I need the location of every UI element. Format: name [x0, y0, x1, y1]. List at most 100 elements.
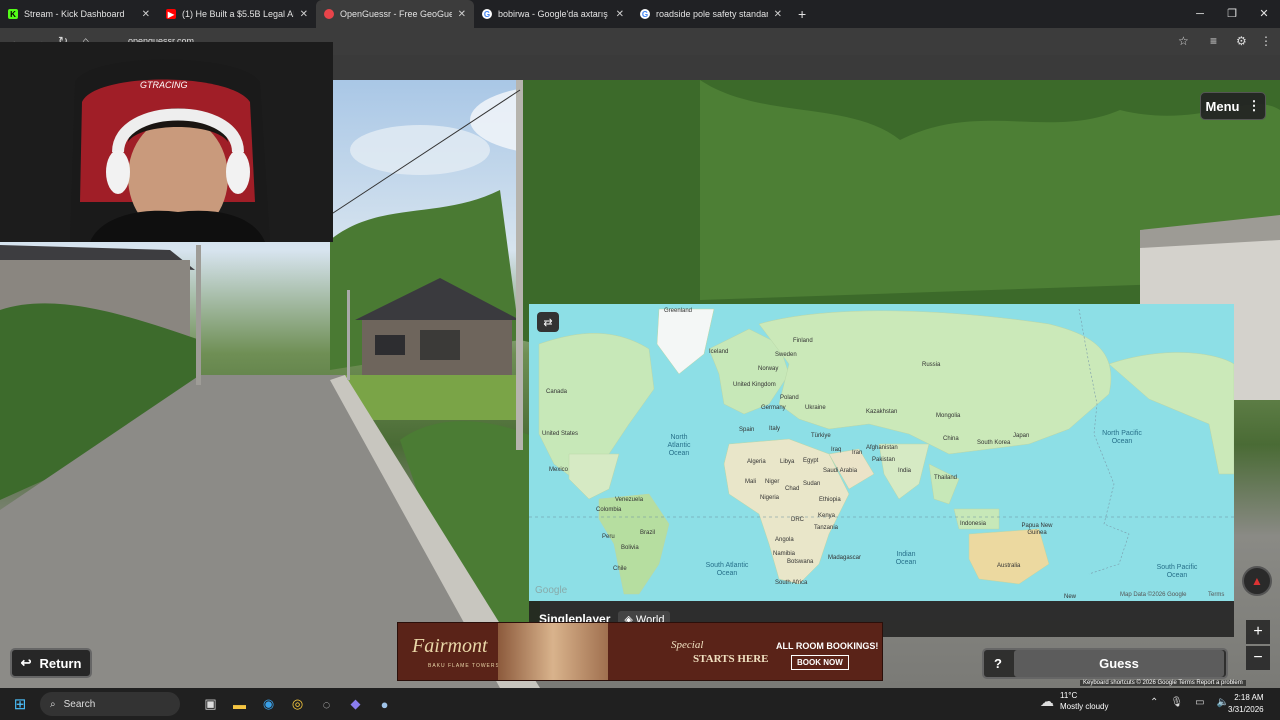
obs-icon[interactable]: ◌ [312, 688, 341, 720]
ocean-label: North Pacific Ocean [1102, 430, 1142, 445]
help-button[interactable]: ? [984, 650, 1012, 677]
map-label: Papua New Guinea [1021, 523, 1053, 536]
ad-photo [498, 623, 608, 680]
guess-button[interactable]: Guess [1014, 650, 1224, 677]
map-label: Chile [613, 566, 627, 572]
map-label: Türkiye [811, 433, 831, 439]
microphone-icon[interactable]: 🎙 [1170, 697, 1183, 708]
close-icon[interactable]: ✕ [774, 9, 782, 20]
zoom-in-button[interactable]: + [1246, 620, 1270, 644]
weather-widget[interactable]: ☁ 11°C Mostly cloudy [1040, 690, 1108, 712]
map-label: Pakistan [872, 457, 896, 463]
zoom-out-button[interactable]: − [1246, 646, 1270, 670]
map-label: Afghanistan [866, 445, 898, 451]
return-button[interactable]: ↩ Return [10, 648, 92, 678]
map-label: Norway [758, 366, 779, 372]
weather-condition: Mostly cloudy [1060, 702, 1109, 711]
google-logo: Google [535, 585, 568, 596]
map-label: Greenland [664, 308, 693, 314]
map-label: Iceland [709, 349, 729, 355]
tab-google-search-poles[interactable]: G roadside pole safety standards ✕ [632, 0, 790, 28]
chrome-icon[interactable]: ◎ [283, 688, 312, 720]
search-icon: ⌕ [50, 698, 56, 710]
more-options-icon[interactable]: ⋮ [1260, 34, 1272, 48]
map-label: Brazil [640, 530, 656, 536]
taskbar-search[interactable]: ⌕ Search [40, 692, 180, 716]
map-label: Spain [739, 427, 755, 433]
map-label: Germany [761, 405, 786, 411]
map-label: Libya [780, 459, 795, 465]
map-label: Saudi Arabia [823, 468, 858, 474]
close-window-icon[interactable]: ✕ [1248, 0, 1280, 28]
chair-brand-text: GTRACING [140, 80, 188, 90]
extensions-icon[interactable]: ⚙ [1236, 34, 1247, 48]
taskbar-clock[interactable]: 2:18 AM 3/31/2026 [1228, 692, 1264, 716]
cloud-moon-icon: ☁ [1040, 692, 1054, 709]
map-label: Niger [765, 479, 780, 485]
more-vertical-icon: ⋮ [1247, 98, 1261, 113]
edge-icon[interactable]: ◉ [254, 688, 283, 720]
chevron-up-icon[interactable]: ⌃ [1150, 697, 1158, 708]
map-label: United States [542, 431, 579, 437]
map-label: Tanzania [814, 525, 839, 531]
map-label: Finland [793, 338, 813, 344]
map-label: Egypt [803, 458, 819, 464]
compass-icon[interactable]: ▲ [1242, 566, 1272, 596]
close-icon[interactable]: ✕ [300, 9, 308, 20]
ad-banner[interactable]: Fairmont BAKU FLAME TOWERS Special START… [397, 622, 883, 681]
map-label: Russia [922, 362, 941, 368]
tab-youtube-video[interactable]: ▶ (1) He Built a $5.5B Legal AI Co ✕ [158, 0, 316, 28]
map-label: Ethiopia [819, 497, 841, 503]
bookmark-star-icon[interactable]: ☆ [1178, 34, 1189, 48]
map-label: Mongolia [936, 413, 961, 419]
close-icon[interactable]: ✕ [616, 9, 624, 20]
guess-map[interactable]: Greenland Iceland Finland Sweden Norway … [529, 304, 1234, 601]
steam-icon[interactable]: ● [370, 688, 399, 720]
map-terms-link[interactable]: Terms [1208, 592, 1224, 598]
menu-button[interactable]: Menu ⋮ [1200, 92, 1266, 120]
map-label: United Kingdom [733, 382, 776, 388]
ocean-label: North Atlantic Ocean [667, 434, 691, 457]
clock-date: 3/31/2026 [1228, 705, 1264, 714]
restore-icon[interactable]: ❐ [1216, 0, 1248, 28]
search-label: Search [63, 698, 96, 710]
map-label: Venezuela [615, 497, 644, 503]
map-label: Kazakhstan [866, 409, 898, 415]
tab-google-search-bobirwa[interactable]: G bobirwa - Google'da axtarış ✕ [474, 0, 632, 28]
close-icon[interactable]: ✕ [142, 9, 150, 20]
map-label: Angola [775, 537, 794, 543]
tab-openguessr[interactable]: OpenGuessr - Free GeoGuessr ✕ [316, 0, 474, 28]
new-tab-button[interactable]: + [798, 6, 806, 22]
windows-start-icon[interactable]: ⊞ [0, 688, 40, 720]
tab-kick-dashboard[interactable]: K Stream - Kick Dashboard ✕ [0, 0, 158, 28]
reading-list-icon[interactable]: ≡ [1210, 34, 1217, 48]
screen: K Stream - Kick Dashboard ✕ ▶ (1) He Bui… [0, 0, 1280, 720]
map-settings-icon[interactable]: ⇄ [537, 312, 559, 332]
discord-icon[interactable]: ◆ [341, 688, 370, 720]
return-arrow-icon: ↩ [20, 655, 32, 670]
tab-title: Stream - Kick Dashboard [24, 9, 125, 19]
ad-starts: STARTS HERE [693, 653, 769, 665]
map-label: Kenya [818, 513, 836, 519]
minimize-icon[interactable]: ─ [1184, 0, 1216, 28]
google-icon: G [640, 9, 650, 19]
map-label: India [898, 468, 912, 474]
file-explorer-icon[interactable]: ▬ [225, 688, 254, 720]
task-view-icon[interactable]: ▣ [196, 688, 225, 720]
menu-label: Menu [1205, 98, 1240, 114]
map-label: Italy [769, 426, 781, 432]
ad-offer: ALL ROOM BOOKINGS! [776, 641, 879, 651]
map-label: DRC [791, 517, 804, 523]
clock-time: 2:18 AM [1234, 693, 1264, 702]
close-icon[interactable]: ✕ [458, 9, 466, 20]
window-controls: ─ ❐ ✕ [1184, 0, 1280, 28]
map-label: Thailand [934, 475, 958, 481]
browser-tab-strip: K Stream - Kick Dashboard ✕ ▶ (1) He Bui… [0, 0, 1280, 28]
map-label: Indonesia [960, 521, 987, 527]
youtube-icon: ▶ [166, 9, 176, 19]
map-label: Mexico [549, 467, 569, 473]
ad-book-now-button[interactable]: BOOK NOW [791, 655, 849, 670]
display-icon[interactable]: ▭ [1195, 697, 1204, 708]
map-label: Australia [997, 563, 1021, 569]
tab-title: bobirwa - Google'da axtarış [498, 9, 608, 19]
